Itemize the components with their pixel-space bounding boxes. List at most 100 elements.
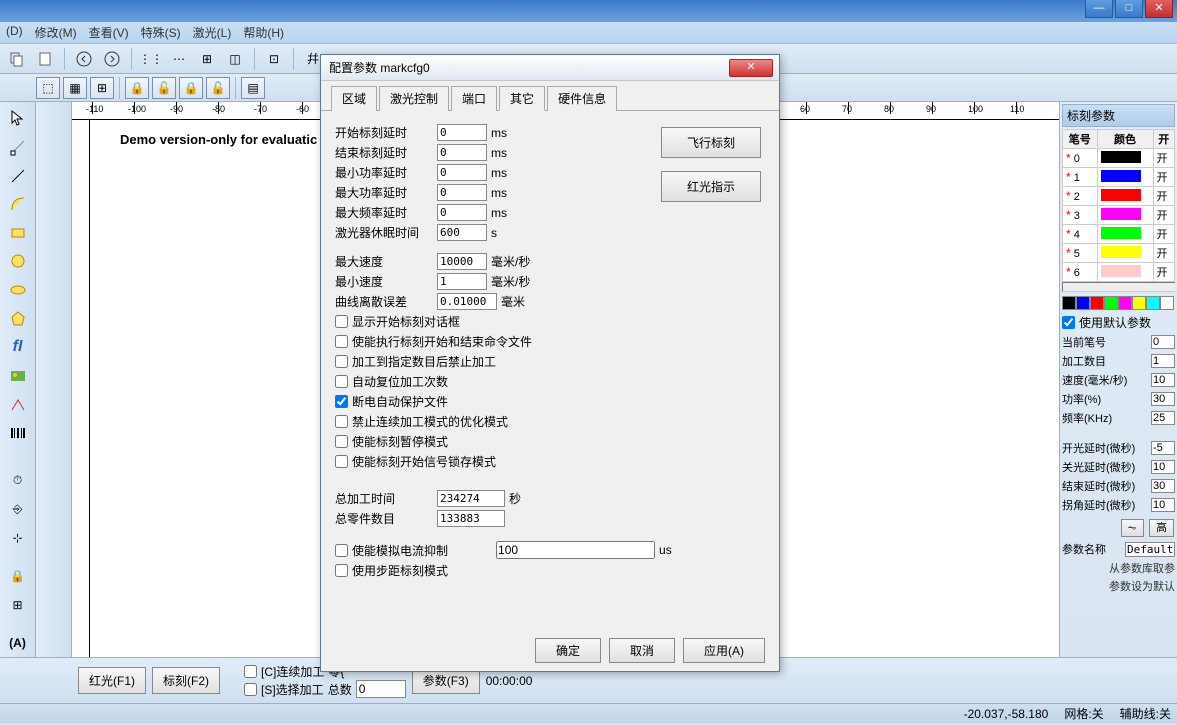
lock-icon[interactable]: 🔒 bbox=[125, 77, 149, 99]
snap2-icon[interactable]: ⋯ bbox=[168, 48, 190, 70]
barcode-icon[interactable] bbox=[3, 420, 33, 447]
maximize-button[interactable]: □ bbox=[1115, 0, 1143, 18]
lock-sidebar-icon[interactable]: 🔒 bbox=[3, 563, 33, 590]
param-name-input[interactable] bbox=[1125, 542, 1175, 557]
fly-mark-button[interactable]: 飞行标刻 bbox=[661, 127, 761, 158]
red-light-button[interactable]: 红光(F1) bbox=[78, 667, 146, 694]
color-swatch[interactable] bbox=[1132, 296, 1146, 310]
disable-opt-checkbox[interactable] bbox=[335, 415, 348, 428]
on-delay-input[interactable] bbox=[1151, 441, 1175, 455]
group-select-icon[interactable]: ▦ bbox=[63, 77, 87, 99]
vector-icon[interactable] bbox=[3, 391, 33, 418]
tab-laser-control[interactable]: 激光控制 bbox=[379, 86, 449, 111]
advanced-button[interactable]: 高 bbox=[1149, 519, 1174, 537]
table-row[interactable]: * 5开 bbox=[1063, 244, 1175, 263]
unlock-icon[interactable]: 🔓 bbox=[152, 77, 176, 99]
speed-input[interactable] bbox=[1151, 373, 1175, 387]
dialog-close-button[interactable]: ✕ bbox=[729, 59, 773, 77]
pen-table[interactable]: 笔号颜色开 * 0开* 1开* 2开* 3开* 4开* 5开* 6开 bbox=[1062, 129, 1175, 282]
misc-icon[interactable]: ▤ bbox=[241, 77, 265, 99]
tab-hardware[interactable]: 硬件信息 bbox=[547, 86, 617, 111]
off-delay-input[interactable] bbox=[1151, 460, 1175, 474]
color-palette[interactable] bbox=[1062, 296, 1175, 310]
apply-button[interactable]: 应用(A) bbox=[683, 638, 765, 663]
tab-port[interactable]: 端口 bbox=[451, 86, 497, 111]
nav-forward-icon[interactable] bbox=[101, 48, 123, 70]
copy-icon[interactable] bbox=[6, 48, 28, 70]
use-default-checkbox[interactable] bbox=[1062, 316, 1075, 329]
tab-other[interactable]: 其它 bbox=[499, 86, 545, 111]
color-swatch[interactable] bbox=[1090, 296, 1104, 310]
table-row[interactable]: * 4开 bbox=[1063, 225, 1175, 244]
menu-modify[interactable]: 修改(M) bbox=[35, 24, 77, 41]
min-speed-input[interactable] bbox=[437, 273, 487, 290]
curve-icon[interactable] bbox=[3, 191, 33, 218]
font-a-icon[interactable]: (A) bbox=[3, 629, 33, 656]
paste-icon[interactable] bbox=[34, 48, 56, 70]
cancel-button[interactable]: 取消 bbox=[609, 638, 675, 663]
color-swatch[interactable] bbox=[1062, 296, 1076, 310]
enable-cmd-file-checkbox[interactable] bbox=[335, 335, 348, 348]
snap3-icon[interactable]: ⊞ bbox=[196, 48, 218, 70]
lock2-icon[interactable]: 🔒 bbox=[179, 77, 203, 99]
max-freq-delay-input[interactable] bbox=[437, 204, 487, 221]
table-row[interactable]: * 2开 bbox=[1063, 187, 1175, 206]
color-swatch[interactable] bbox=[1160, 296, 1174, 310]
total-input[interactable] bbox=[356, 680, 406, 698]
max-pwr-delay-input[interactable] bbox=[437, 184, 487, 201]
menu-help[interactable]: 帮助(H) bbox=[243, 24, 284, 41]
window-close-button[interactable]: ✕ bbox=[1145, 0, 1173, 18]
ok-button[interactable]: 确定 bbox=[535, 638, 601, 663]
cur-pen-input[interactable] bbox=[1151, 335, 1175, 349]
tab-area[interactable]: 区域 bbox=[331, 86, 377, 111]
table-row[interactable]: * 0开 bbox=[1063, 149, 1175, 168]
pointer-icon[interactable] bbox=[3, 105, 33, 132]
power-off-protect-checkbox[interactable] bbox=[335, 395, 348, 408]
menu-laser[interactable]: 激光(L) bbox=[193, 24, 232, 41]
set-default-link[interactable]: 参数设为默认 bbox=[1062, 578, 1175, 594]
table-row[interactable]: * 6开 bbox=[1063, 263, 1175, 282]
table-row[interactable]: * 3开 bbox=[1063, 206, 1175, 225]
total-time-input[interactable] bbox=[437, 490, 505, 507]
mark-button[interactable]: 标刻(F2) bbox=[152, 667, 220, 694]
nav-back-icon[interactable] bbox=[73, 48, 95, 70]
load-from-lib-link[interactable]: 从参数库取参 bbox=[1062, 560, 1175, 576]
cont-proc-checkbox[interactable] bbox=[244, 665, 257, 678]
snap4-icon[interactable]: ◫ bbox=[224, 48, 246, 70]
axis-icon[interactable]: ⊹ bbox=[3, 525, 33, 552]
power-input[interactable] bbox=[1151, 392, 1175, 406]
curve-err-input[interactable] bbox=[437, 293, 497, 310]
ellipse-icon[interactable] bbox=[3, 277, 33, 304]
input-icon[interactable]: ⎆ bbox=[3, 496, 33, 523]
line-icon[interactable] bbox=[3, 162, 33, 189]
color-swatch[interactable] bbox=[1076, 296, 1090, 310]
start-delay-input[interactable] bbox=[437, 124, 487, 141]
color-swatch[interactable] bbox=[1146, 296, 1160, 310]
minimize-button[interactable]: — bbox=[1085, 0, 1113, 18]
freq-input[interactable] bbox=[1151, 411, 1175, 425]
wave-button[interactable]: ⏦ bbox=[1121, 519, 1144, 537]
show-start-dlg-checkbox[interactable] bbox=[335, 315, 348, 328]
timer-icon[interactable]: ⏱ bbox=[3, 467, 33, 494]
text-icon[interactable]: fI bbox=[3, 334, 33, 361]
end-delay-input[interactable] bbox=[1151, 479, 1175, 493]
step-mark-checkbox[interactable] bbox=[335, 564, 348, 577]
color-swatch[interactable] bbox=[1104, 296, 1118, 310]
auto-reset-checkbox[interactable] bbox=[335, 375, 348, 388]
max-speed-input[interactable] bbox=[437, 253, 487, 270]
snap1-icon[interactable]: ⋮⋮ bbox=[140, 48, 162, 70]
unlock2-icon[interactable]: 🔓 bbox=[206, 77, 230, 99]
rect-icon[interactable] bbox=[3, 219, 33, 246]
color-swatch[interactable] bbox=[1118, 296, 1132, 310]
node-edit-icon[interactable] bbox=[3, 134, 33, 161]
circle-icon[interactable] bbox=[3, 248, 33, 275]
polygon-icon[interactable] bbox=[3, 305, 33, 332]
total-parts-input[interactable] bbox=[437, 510, 505, 527]
red-indicate-button[interactable]: 红光指示 bbox=[661, 171, 761, 202]
laser-sleep-input[interactable] bbox=[437, 224, 487, 241]
corner-delay-input[interactable] bbox=[1151, 498, 1175, 512]
table-row[interactable]: * 1开 bbox=[1063, 168, 1175, 187]
snap-grid-icon[interactable]: ⊞ bbox=[90, 77, 114, 99]
end-mark-delay-input[interactable] bbox=[437, 144, 487, 161]
select-mode-icon[interactable]: ⬚ bbox=[36, 77, 60, 99]
